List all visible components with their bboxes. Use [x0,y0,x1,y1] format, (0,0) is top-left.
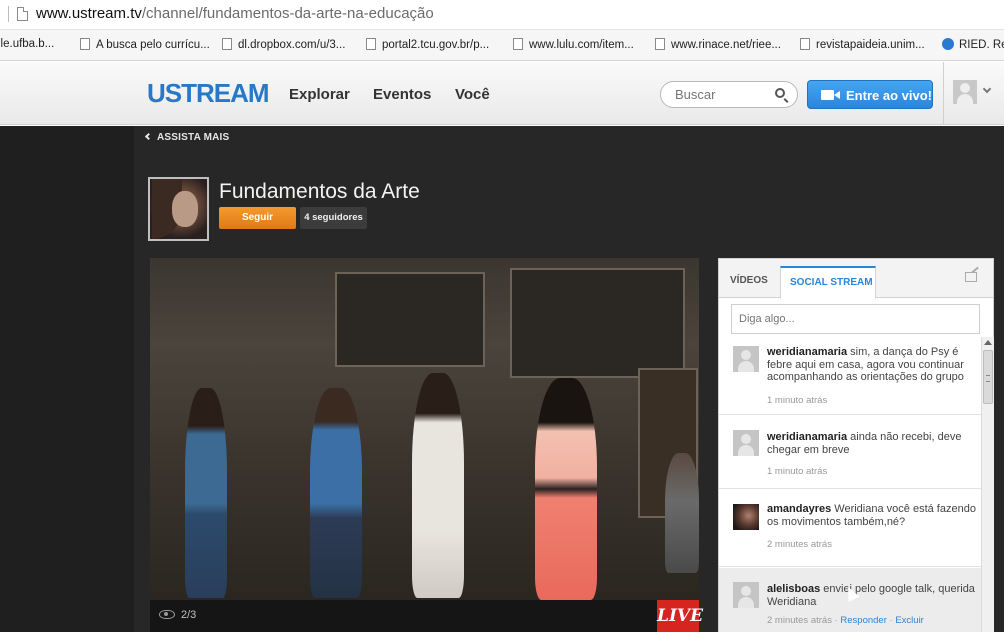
user-menu[interactable] [943,62,1004,125]
video-person [412,373,464,598]
url-text[interactable]: www.ustream.tv/channel/fundamentos-da-ar… [36,5,434,22]
nav-explorar[interactable]: Explorar [289,86,350,103]
bookmark-item[interactable]: dl.dropbox.com/u/3... [222,38,345,51]
bookmark-label: A busca pelo currícu... [96,39,210,51]
page-icon [366,38,376,50]
page-icon [655,38,665,50]
avatar[interactable] [733,346,759,372]
avatar-face [172,191,198,227]
search-box [660,81,798,108]
url-host: www.ustream.tv [36,5,142,22]
avatar[interactable] [733,430,759,456]
delete-link[interactable]: Excluir [895,615,924,626]
bookmark-item[interactable]: revistapaideia.unim... [800,38,925,51]
bookmark-label: RIED. Rev [959,39,1004,51]
bookmark-label: revistapaideia.unim... [816,39,925,51]
message-text: alelisboas enviei pelo google talk, quer… [767,583,977,608]
channel-avatar[interactable] [148,177,209,241]
browser-url-bar[interactable]: www.ustream.tv/channel/fundamentos-da-ar… [0,0,1004,30]
globe-icon [942,38,954,50]
share-icon[interactable] [965,272,977,282]
video-window [510,268,685,378]
chevron-left-icon [144,132,153,141]
message-text: amandayres Weridiana você está fazendo o… [767,503,977,528]
bookmark-item[interactable]: RIED. Rev [942,38,1004,51]
list-item: weridianamaria ainda não recebi, deve ch… [719,416,981,489]
go-live-label: Entre ao vivo! [846,88,932,103]
avatar[interactable] [733,582,759,608]
bookmark-item[interactable]: www.rinace.net/riee... [655,38,781,51]
bookmark-label: www.lulu.com/item... [529,39,634,51]
search-input[interactable] [675,87,765,102]
scrollbar-thumb[interactable] [983,350,993,404]
video-window [335,272,485,367]
message-time: 1 minuto atrás [767,395,828,406]
search-icon[interactable] [775,88,785,98]
url-path: /channel/fundamentos-da-arte-na-educação [141,5,434,22]
social-stream: weridianamaria sim, a dança do Psy é feb… [719,336,993,632]
reply-link[interactable]: Responder [840,615,886,626]
followers-count[interactable]: 4 seguidores [300,207,367,229]
live-badge: LIVE [657,600,703,632]
page-icon [513,38,523,50]
bookmark-label: www.rinace.net/riee... [671,39,781,51]
go-live-button[interactable]: Entre ao vivo! [807,80,933,109]
message-user[interactable]: weridianamaria [767,346,847,358]
nav-eventos[interactable]: Eventos [373,86,431,103]
back-link[interactable]: ASSISTA MAIS [144,132,230,143]
tab-social-stream[interactable]: SOCIAL STREAM [780,266,876,299]
scroll-up-arrow-icon[interactable] [984,340,992,345]
message-user[interactable]: weridianamaria [767,431,847,443]
bookmark-label: dl.dropbox.com/u/3... [238,39,346,51]
message-time: 2 minutes atrás [767,615,832,626]
bookmark-item[interactable]: portal2.tcu.gov.br/p... [366,38,489,51]
video-control-bar [150,600,699,632]
follow-button[interactable]: Seguir [219,207,296,229]
message-user[interactable]: alelisboas [767,583,820,595]
bookmark-item[interactable]: A busca pelo currícu... [80,38,210,51]
comment-input[interactable] [731,304,980,334]
page-icon [222,38,232,50]
message-meta: 2 minutes atrás · Responder · Excluir [767,615,924,626]
meta-separator: · [834,615,838,626]
video-person [665,453,699,573]
video-player[interactable] [150,258,699,600]
bookmark-label: portal2.tcu.gov.br/p... [382,39,490,51]
message-text: weridianamaria ainda não recebi, deve ch… [767,431,977,456]
back-link-label: ASSISTA MAIS [157,132,230,143]
eye-icon [159,610,175,619]
message-time: 1 minuto atrás [767,466,828,477]
avatar[interactable] [953,80,977,104]
page-icon [17,7,28,21]
video-person [185,388,227,598]
ustream-logo[interactable]: USTREAM [147,78,270,109]
message-text: weridianamaria sim, a dança do Psy é feb… [767,346,977,384]
bookmark-label: lle.ufba.b... [0,38,55,50]
page-icon [80,38,90,50]
message-user[interactable]: amandayres [767,503,831,515]
bookmarks-bar: lle.ufba.b... A busca pelo currícu... dl… [0,30,1004,61]
nav-voce[interactable]: Você [455,86,490,103]
chevron-down-icon[interactable] [982,84,992,94]
avatar[interactable] [733,504,759,530]
message-time: 2 minutes atrás [767,539,832,550]
list-item: amandayres Weridiana você está fazendo o… [719,490,981,567]
list-item: weridianamaria sim, a dança do Psy é feb… [719,336,981,415]
bookmark-item[interactable]: lle.ufba.b... [0,38,54,50]
divider [8,6,9,22]
video-person [310,388,362,598]
bookmark-item[interactable]: www.lulu.com/item... [513,38,634,51]
view-count: 2/3 [181,609,197,621]
meta-separator: · [889,615,893,626]
page-title: Fundamentos da Arte [219,180,420,203]
tab-videos[interactable]: VÍDEOS [730,275,768,286]
tab-label: SOCIAL STREAM [790,277,873,288]
video-person [535,378,597,600]
page-icon [800,38,810,50]
video-camera-icon [821,90,840,100]
site-header: USTREAM Explorar Eventos Você Entre ao v… [0,62,1004,125]
